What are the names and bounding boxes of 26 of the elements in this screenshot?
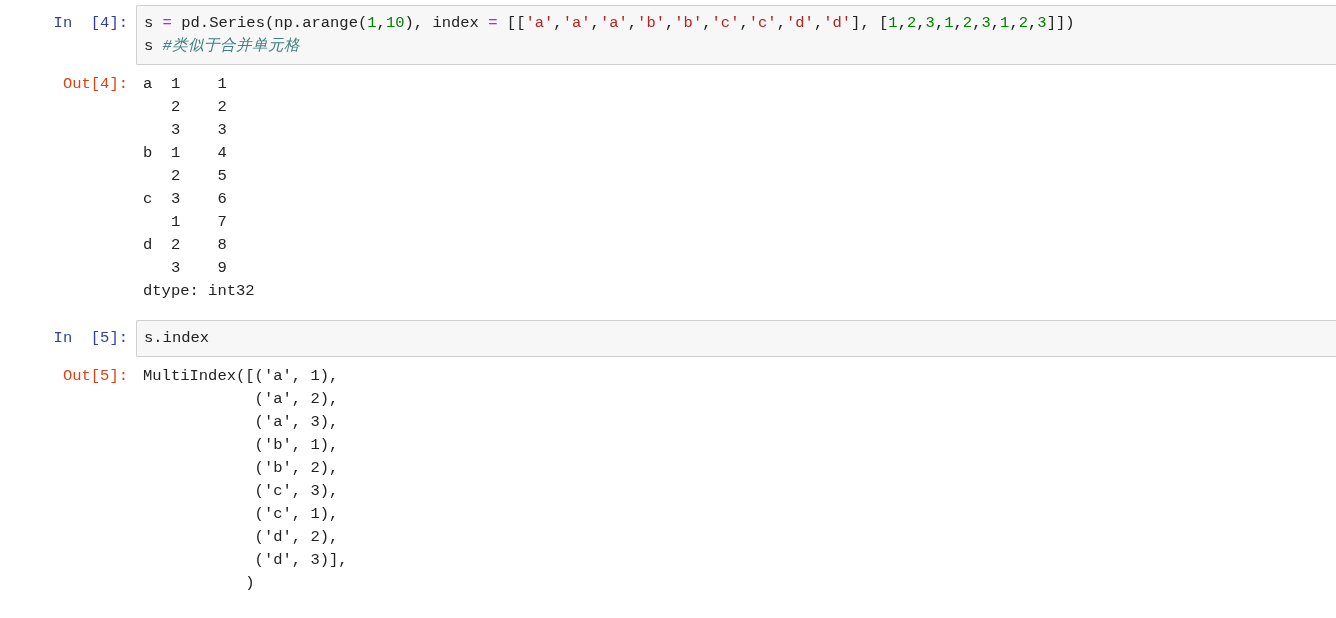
input-prompt: In [4]: (53, 14, 128, 32)
output-line: 2 2 (169, 97, 227, 118)
code-input[interactable]: s.index (136, 320, 1336, 357)
output-line: b 1 4 (143, 143, 227, 164)
output-line: ('c', 3), (253, 481, 339, 502)
output-line: MultiIndex([('a', 1), (143, 366, 339, 387)
code-input[interactable]: s = pd.Series(np.arange(1,10), index = [['a','a','a','b','b','c','c','d','d'], [1,2,3,1,2,3,1,2,3]]) s #类似于合并单元格 (136, 5, 1336, 65)
output-line: ('b', 1), (253, 435, 339, 456)
output-line: ('d', 2), (253, 527, 339, 548)
output-line: 1 7 (169, 212, 227, 233)
output-line: dtype: int32 (143, 281, 255, 302)
output-line: ('c', 1), (253, 504, 339, 525)
output-line: ('b', 2), (253, 458, 339, 479)
output-prompt: Out[5]: (62, 367, 128, 385)
output-line: ('a', 2), (253, 389, 339, 410)
output-line: c 3 6 (143, 189, 227, 210)
output-line: ('a', 3), (253, 412, 339, 433)
output-line: 3 9 (169, 258, 227, 279)
input-prompt: In [5]: (53, 329, 128, 347)
output-prompt: Out[4]: (62, 75, 128, 93)
output-line: 2 5 (169, 166, 227, 187)
output-line: 3 3 (169, 120, 227, 141)
output-line: a 1 1 (143, 74, 227, 95)
output-line: ('d', 3)], (253, 550, 348, 571)
output-line: ) (244, 573, 255, 594)
output-line: d 2 8 (143, 235, 227, 256)
